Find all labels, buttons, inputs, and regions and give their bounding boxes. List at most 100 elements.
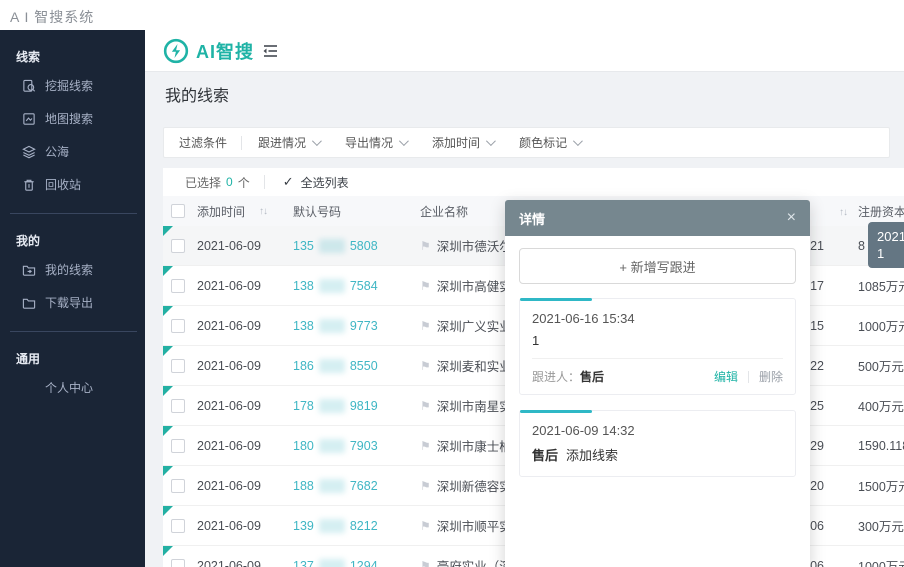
phone-prefix: 188 <box>293 479 314 493</box>
filter-dropdown[interactable]: 添加时间 <box>432 134 493 151</box>
row-checkbox[interactable] <box>171 519 185 533</box>
sort-icon[interactable]: ↑↓ <box>839 207 847 218</box>
sidebar-item-recycle-bin[interactable]: 回收站 <box>16 168 145 201</box>
phone-suffix: 7682 <box>350 479 378 493</box>
sidebar-section-mine: 我的 我的线索 下载导出 <box>0 214 145 321</box>
cell-phone-link[interactable]: 137 1294 <box>293 559 420 567</box>
phone-suffix: 8212 <box>350 519 378 533</box>
header-checkbox-cell <box>163 204 193 218</box>
map-search-icon <box>22 112 36 126</box>
followup-time: 2021-06-09 14:32 <box>532 423 783 438</box>
filter-bar: 过滤条件 跟进情况导出情况添加时间颜色标记 <box>163 127 890 158</box>
logo-lightning-icon <box>163 38 189 64</box>
followup-actions: 编辑 删除 <box>714 368 783 385</box>
flag-icon: ⚑ <box>420 479 431 493</box>
row-checkbox[interactable] <box>171 439 185 453</box>
row-checkbox[interactable] <box>171 239 185 253</box>
phone-blurred-digits <box>319 279 345 293</box>
close-icon[interactable]: × <box>787 210 796 226</box>
row-checkbox-cell <box>163 479 193 493</box>
flag-icon: ⚑ <box>420 519 431 533</box>
filter-dropdown-label: 颜色标记 <box>519 134 567 151</box>
sidebar-item-mining-leads[interactable]: 挖掘线索 <box>16 69 145 102</box>
cell-phone-link[interactable]: 138 7584 <box>293 279 420 293</box>
sidebar-item-label: 个人中心 <box>45 379 93 396</box>
mining-leads-icon <box>22 79 36 93</box>
row-checkbox[interactable] <box>171 559 185 567</box>
row-checkbox-cell <box>163 359 193 373</box>
row-checkbox[interactable] <box>171 479 185 493</box>
row-checkbox[interactable] <box>171 279 185 293</box>
chevron-down-icon <box>399 136 409 146</box>
phone-prefix: 137 <box>293 559 314 567</box>
selected-unit: 个 <box>238 174 250 191</box>
cell-phone-link[interactable]: 186 8550 <box>293 359 420 373</box>
sort-icon[interactable]: ↑↓ <box>259 206 267 217</box>
row-checkbox[interactable] <box>171 399 185 413</box>
sidebar-item-personal-center[interactable]: 个人中心 <box>16 371 145 404</box>
modal-title: 详情 <box>519 209 545 228</box>
page-title: 我的线索 <box>165 82 229 106</box>
details-modal: 详情 × + 新增写跟进 2021-06-16 15:34 1 跟进人：售后 编… <box>505 200 810 567</box>
cell-phone-link[interactable]: 180 7903 <box>293 439 420 453</box>
row-checkbox[interactable] <box>171 319 185 333</box>
corner-marker-icon <box>163 306 173 316</box>
selection-summary-row: 已选择 0 个 ✓ 全选列表 <box>163 168 904 196</box>
header-default-phone: 默认号码 <box>293 203 420 220</box>
cell-phone-link[interactable]: 188 7682 <box>293 479 420 493</box>
cell-registered-capital: 400万元人 <box>858 396 904 415</box>
phone-blurred-digits <box>319 439 345 453</box>
phone-prefix: 180 <box>293 439 314 453</box>
follower-label: 跟进人： <box>532 370 580 384</box>
sidebar-item-my-leads[interactable]: 我的线索 <box>16 253 145 286</box>
cell-add-time: 2021-06-09 <box>193 439 293 453</box>
select-all-button[interactable]: 全选列表 <box>301 174 349 191</box>
window-topbar: A I 智搜系统 <box>0 0 904 30</box>
plus-icon: + <box>619 260 627 275</box>
row-checkbox[interactable] <box>171 359 185 373</box>
cell-phone-link[interactable]: 135 5808 <box>293 239 420 253</box>
corner-marker-icon <box>163 266 173 276</box>
phone-suffix: 9773 <box>350 319 378 333</box>
phone-suffix: 5808 <box>350 239 378 253</box>
select-all-checkbox[interactable] <box>171 204 185 218</box>
filter-dropdown[interactable]: 导出情况 <box>345 134 406 151</box>
corner-marker-icon <box>163 426 173 436</box>
check-icon: ✓ <box>283 174 294 190</box>
chevron-down-icon <box>312 136 322 146</box>
sidebar-item-download-export[interactable]: 下载导出 <box>16 286 145 319</box>
chevron-down-icon <box>486 136 496 146</box>
app-logo: AI智搜 <box>163 38 254 64</box>
cell-registered-capital: 1590.118 <box>858 439 904 453</box>
phone-blurred-digits <box>319 319 345 333</box>
phone-prefix: 138 <box>293 279 314 293</box>
delete-button[interactable]: 删除 <box>759 368 783 385</box>
corner-marker-icon <box>163 346 173 356</box>
follower-info: 跟进人：售后 <box>532 368 604 385</box>
corner-marker-icon <box>163 386 173 396</box>
filter-dropdown-label: 添加时间 <box>432 134 480 151</box>
sidebar-item-label: 我的线索 <box>45 261 93 278</box>
cell-phone-link[interactable]: 178 9819 <box>293 399 420 413</box>
filter-dropdown[interactable]: 颜色标记 <box>519 134 580 151</box>
phone-suffix: 7584 <box>350 279 378 293</box>
filter-dropdown[interactable]: 跟进情况 <box>258 134 319 151</box>
sidebar-item-map-search[interactable]: 地图搜索 <box>16 102 145 135</box>
add-followup-button[interactable]: + 新增写跟进 <box>519 248 796 284</box>
add-followup-label: 新增写跟进 <box>631 260 696 275</box>
phone-blurred-digits <box>319 479 345 493</box>
cell-phone-link[interactable]: 138 9773 <box>293 319 420 333</box>
modal-header: 详情 × <box>505 200 810 236</box>
cell-add-time: 2021-06-09 <box>193 479 293 493</box>
tooltip-line2: 1 <box>877 245 904 262</box>
cell-add-time: 2021-06-09 <box>193 559 293 567</box>
row-checkbox-cell <box>163 279 193 293</box>
sidebar-item-public-sea[interactable]: 公海 <box>16 135 145 168</box>
cell-phone-link[interactable]: 139 8212 <box>293 519 420 533</box>
menu-fold-icon[interactable] <box>261 43 279 59</box>
edit-button[interactable]: 编辑 <box>714 368 738 385</box>
phone-suffix: 1294 <box>350 559 378 567</box>
row-checkbox-cell <box>163 439 193 453</box>
sidebar-section-title: 线索 <box>16 48 145 65</box>
phone-blurred-digits <box>319 399 345 413</box>
